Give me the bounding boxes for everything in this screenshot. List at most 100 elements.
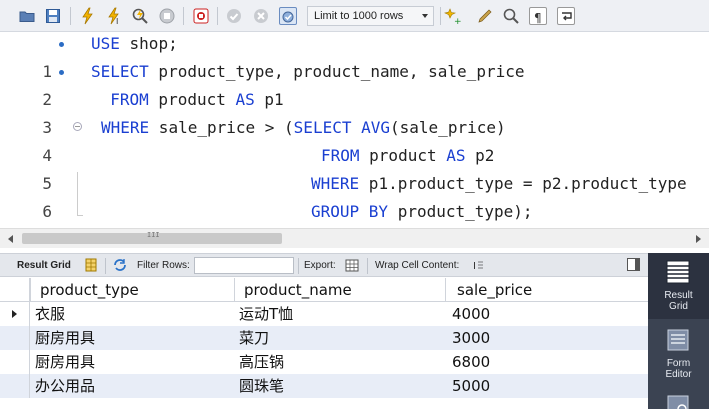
row-selector[interactable] — [0, 302, 30, 326]
tab-result-grid-label: Result Grid — [664, 290, 693, 312]
code-line: 2 SELECT product_type, product_name, sal… — [0, 58, 709, 109]
chevron-down-icon — [422, 14, 428, 18]
table-cell[interactable]: 衣服 — [35, 302, 234, 326]
toolbar-separator — [70, 7, 71, 25]
table-cell[interactable]: 4000 — [452, 302, 648, 326]
grid-header: product_type product_name sale_price — [0, 278, 648, 302]
result-grid-label: Result Grid — [17, 260, 71, 271]
open-folder-icon[interactable] — [18, 7, 36, 25]
result-grid-icon — [665, 259, 691, 285]
fold-toggle-icon[interactable] — [73, 122, 82, 131]
row-selector[interactable] — [0, 350, 30, 374]
sql-editor-toolbar: I Limit to 1000 rows + ¶ — [0, 0, 709, 32]
toolbar-separator — [183, 7, 184, 25]
toolbar-separator — [217, 7, 218, 25]
explain-icon[interactable] — [131, 7, 149, 25]
tab-form-editor[interactable]: Form Editor — [648, 321, 709, 387]
save-icon[interactable] — [44, 7, 62, 25]
table-cell[interactable]: 3000 — [452, 326, 648, 350]
fold-guide-end — [77, 215, 83, 216]
beautify-icon[interactable]: + — [444, 7, 462, 25]
tab-result-grid[interactable]: Result Grid — [648, 253, 709, 319]
table-cell[interactable]: 5000 — [452, 374, 648, 398]
refresh-icon[interactable] — [113, 258, 127, 272]
filter-rows-label: Filter Rows: — [137, 260, 190, 271]
limit-rows-select[interactable]: Limit to 1000 rows — [307, 6, 434, 26]
svg-text:I: I — [473, 261, 476, 272]
toolbar-separator — [298, 258, 299, 274]
code-text[interactable]: WHERE p1.product_type = p2.product_type — [311, 170, 687, 198]
table-cell[interactable]: 厨房用具 — [35, 326, 234, 350]
result-side-panel: Result Grid Form Editor — [648, 253, 709, 409]
row-selector[interactable] — [0, 326, 30, 350]
stop-icon[interactable] — [158, 7, 176, 25]
svg-text:I: I — [116, 17, 118, 25]
code-text[interactable]: FROM product AS p1 — [91, 86, 283, 114]
table-cell[interactable]: 办公用品 — [35, 374, 234, 398]
toggle-output-icon[interactable] — [192, 7, 210, 25]
column-header[interactable]: sale_price — [445, 278, 648, 302]
grid-layout-icon[interactable] — [84, 258, 98, 272]
table-cell[interactable]: 高压锅 — [239, 350, 445, 374]
table-cell[interactable]: 菜刀 — [239, 326, 445, 350]
current-row-icon — [12, 310, 17, 318]
limit-rows-value: Limit to 1000 rows — [314, 10, 404, 22]
result-grid: product_type product_name sale_price 衣服 … — [0, 278, 648, 409]
toolbar-separator — [440, 7, 441, 25]
statement-marker-icon — [59, 42, 64, 47]
column-header[interactable]: product_type — [30, 278, 234, 302]
scroll-left-icon[interactable] — [8, 235, 13, 243]
field-types-icon — [665, 393, 691, 409]
export-icon[interactable] — [345, 258, 359, 272]
header-corner — [0, 278, 30, 302]
code-line: 4 WHERE sale_price > (SELECT AVG(sale_pr… — [0, 114, 709, 165]
code-text[interactable]: GROUP BY product_type); — [311, 198, 533, 226]
code-line: 1 USE shop; — [0, 32, 709, 81]
table-cell[interactable]: 运动T恤 — [239, 302, 445, 326]
tab-field-types[interactable] — [648, 389, 709, 409]
table-row[interactable]: 厨房用具 高压锅 6800 — [0, 350, 648, 374]
row-selector[interactable] — [0, 374, 30, 398]
toolbar-separator — [367, 258, 368, 274]
form-editor-icon — [665, 327, 691, 353]
statement-marker-icon — [59, 70, 64, 75]
fold-guide — [77, 172, 78, 216]
code-text[interactable]: WHERE sale_price > (SELECT AVG(sale_pric… — [101, 114, 506, 142]
autocommit-icon[interactable] — [279, 7, 297, 25]
table-cell[interactable]: 圆珠笔 — [239, 374, 445, 398]
result-toolbar: Result Grid Filter Rows: Export: Wrap Ce… — [0, 253, 648, 277]
code-line: 7 GROUP BY product_type); — [0, 198, 709, 226]
table-cell[interactable]: 6800 — [452, 350, 648, 374]
code-text[interactable]: SELECT product_type, product_name, sale_… — [91, 58, 524, 86]
tab-form-editor-label: Form Editor — [665, 358, 692, 380]
table-row[interactable]: 厨房用具 菜刀 3000 — [0, 326, 648, 350]
code-text[interactable]: FROM product AS p2 — [321, 142, 494, 170]
svg-text:+: + — [454, 17, 462, 25]
code-text[interactable]: USE shop; — [91, 32, 178, 58]
code-line: 3 FROM product AS p1 — [0, 86, 709, 137]
scroll-right-icon[interactable] — [696, 235, 701, 243]
sql-editor[interactable]: 1 USE shop; 2 SELECT product_type, produ… — [0, 32, 709, 228]
code-line: 5 FROM product AS p2 — [0, 142, 709, 193]
rollback-icon[interactable] — [252, 7, 270, 25]
find-icon[interactable] — [502, 7, 520, 25]
invisible-chars-icon[interactable]: ¶ — [529, 7, 547, 25]
commit-icon[interactable] — [225, 7, 243, 25]
scrollbar-grip: III — [147, 231, 160, 239]
execute-icon[interactable] — [79, 7, 97, 25]
toggle-side-panel-icon[interactable] — [627, 258, 640, 271]
wrap-icon[interactable] — [557, 7, 575, 25]
editor-horizontal-scrollbar[interactable]: III — [0, 228, 709, 248]
svg-text:¶: ¶ — [534, 11, 542, 25]
table-row[interactable]: 办公用品 圆珠笔 5000 — [0, 374, 648, 398]
execute-current-icon[interactable]: I — [105, 7, 123, 25]
filter-rows-input[interactable] — [194, 257, 294, 274]
toolbar-separator — [105, 258, 106, 274]
table-cell[interactable]: 厨房用具 — [35, 350, 234, 374]
column-header[interactable]: product_name — [234, 278, 445, 302]
brush-icon[interactable] — [476, 7, 494, 25]
wrap-cell-icon[interactable]: I — [471, 258, 485, 272]
code-line: 6 WHERE p1.product_type = p2.product_typ… — [0, 170, 709, 221]
wrap-cell-label: Wrap Cell Content: — [375, 260, 460, 271]
table-row[interactable]: 衣服 运动T恤 4000 — [0, 302, 648, 326]
